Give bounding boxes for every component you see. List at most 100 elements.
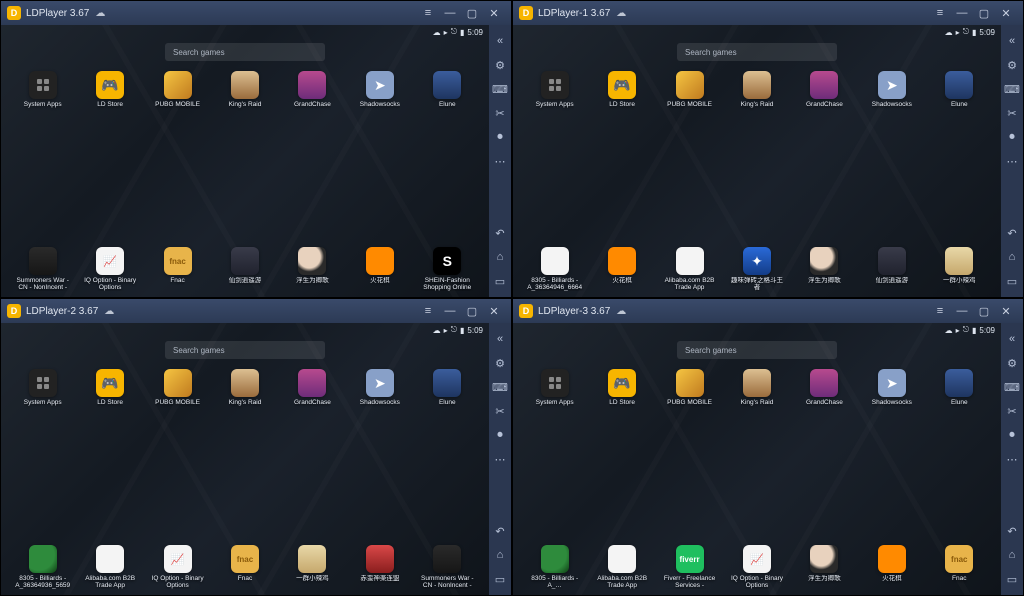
app-icon[interactable]: fiverr xyxy=(676,545,704,573)
app-icon[interactable]: S xyxy=(433,247,461,275)
app-icon[interactable] xyxy=(231,71,259,99)
app-shortcut[interactable]: 仙剑逍遥游 xyxy=(860,247,923,291)
app-icon[interactable] xyxy=(433,369,461,397)
close-icon[interactable]: ✕ xyxy=(995,2,1017,24)
app-icon[interactable]: ➤ xyxy=(366,369,394,397)
app-shortcut[interactable]: SSHEIN-Fashion Shopping Online xyxy=(416,247,479,291)
app-icon[interactable] xyxy=(743,369,771,397)
app-shortcut[interactable]: 8305 - Billiards - A_36364936_5659 xyxy=(11,545,74,589)
app-shortcut[interactable]: System Apps xyxy=(11,369,74,413)
app-shortcut[interactable]: System Apps xyxy=(523,71,586,115)
app-icon[interactable] xyxy=(676,369,704,397)
app-shortcut[interactable]: 8305 - Billiards - A_… xyxy=(523,545,586,589)
app-shortcut[interactable]: ✦趣味弹砖之格斗王者 xyxy=(725,247,788,291)
back-icon[interactable]: ↶ xyxy=(1001,221,1023,245)
app-shortcut[interactable]: 🎮LD Store xyxy=(78,369,141,413)
minimize-icon[interactable]: — xyxy=(951,2,973,24)
app-shortcut[interactable]: King's Raid xyxy=(725,369,788,413)
app-shortcut[interactable]: Elune xyxy=(928,369,991,413)
app-icon[interactable] xyxy=(366,545,394,573)
app-icon[interactable]: ➤ xyxy=(878,369,906,397)
app-icon[interactable] xyxy=(743,71,771,99)
scissors-icon[interactable]: ✂ xyxy=(1001,399,1023,423)
app-shortcut[interactable]: 🎮LD Store xyxy=(590,369,653,413)
record-icon[interactable]: ⏺ xyxy=(489,423,511,447)
app-shortcut[interactable]: Elune xyxy=(928,71,991,115)
app-shortcut[interactable]: System Apps xyxy=(523,369,586,413)
app-shortcut[interactable]: PUBG MOBILE xyxy=(146,71,209,115)
app-shortcut[interactable]: GrandChase xyxy=(793,369,856,413)
more-icon[interactable]: ⋯ xyxy=(1001,149,1023,173)
app-shortcut[interactable]: 8305 - Billiards - A_36364946_6664 xyxy=(523,247,586,291)
minimize-icon[interactable]: — xyxy=(951,300,973,322)
search-input[interactable]: Search games xyxy=(677,43,837,61)
close-icon[interactable]: ✕ xyxy=(995,300,1017,322)
app-shortcut[interactable]: fnacFnac xyxy=(146,247,209,291)
app-shortcut[interactable]: PUBG MOBILE xyxy=(658,369,721,413)
app-icon[interactable]: 🎮 xyxy=(96,71,124,99)
app-shortcut[interactable]: fnacFnac xyxy=(213,545,276,589)
app-icon[interactable] xyxy=(164,369,192,397)
app-icon[interactable] xyxy=(878,247,906,275)
app-shortcut[interactable]: 仙剑逍遥游 xyxy=(213,247,276,291)
app-shortcut[interactable]: King's Raid xyxy=(213,369,276,413)
home-icon[interactable]: ⌂ xyxy=(1001,245,1023,269)
app-shortcut[interactable]: Elune xyxy=(416,71,479,115)
scissors-icon[interactable]: ✂ xyxy=(1001,101,1023,125)
gear-icon[interactable]: ⚙ xyxy=(1001,53,1023,77)
app-shortcut[interactable]: 火花棋 xyxy=(348,247,411,291)
cloud-icon[interactable]: ☁ xyxy=(616,306,626,317)
app-shortcut[interactable]: King's Raid xyxy=(213,71,276,115)
app-icon[interactable] xyxy=(608,247,636,275)
more-icon[interactable]: ⋯ xyxy=(489,149,511,173)
maximize-icon[interactable]: ▢ xyxy=(973,300,995,322)
app-icon[interactable] xyxy=(676,71,704,99)
keyboard-icon[interactable]: ⌨ xyxy=(1001,375,1023,399)
recent-icon[interactable]: ▭ xyxy=(1001,567,1023,591)
app-icon[interactable]: 🎮 xyxy=(96,369,124,397)
gear-icon[interactable]: ⚙ xyxy=(489,53,511,77)
app-icon[interactable] xyxy=(608,545,636,573)
collapse-icon[interactable]: « xyxy=(489,29,511,53)
app-icon[interactable] xyxy=(29,545,57,573)
app-shortcut[interactable]: King's Raid xyxy=(725,71,788,115)
cloud-icon[interactable]: ☁ xyxy=(104,306,114,317)
recent-icon[interactable]: ▭ xyxy=(489,567,511,591)
app-icon[interactable] xyxy=(29,71,57,99)
collapse-icon[interactable]: « xyxy=(489,327,511,351)
app-icon[interactable] xyxy=(366,247,394,275)
app-icon[interactable] xyxy=(164,71,192,99)
recent-icon[interactable]: ▭ xyxy=(1001,269,1023,293)
search-input[interactable]: Search games xyxy=(165,43,325,61)
app-shortcut[interactable]: Summoners War - CN - NonIncent - Android xyxy=(416,545,479,589)
app-shortcut[interactable]: 📈IQ Option - Binary Options xyxy=(78,247,141,291)
app-shortcut[interactable]: 浮生为卿歌 xyxy=(793,545,856,589)
home-icon[interactable]: ⌂ xyxy=(489,543,511,567)
app-shortcut[interactable]: ➤Shadowsocks xyxy=(860,71,923,115)
app-icon[interactable] xyxy=(541,545,569,573)
app-icon[interactable]: 📈 xyxy=(164,545,192,573)
menu-icon[interactable]: ≡ xyxy=(417,300,439,322)
app-icon[interactable] xyxy=(298,247,326,275)
more-icon[interactable]: ⋯ xyxy=(489,447,511,471)
menu-icon[interactable]: ≡ xyxy=(417,2,439,24)
back-icon[interactable]: ↶ xyxy=(489,519,511,543)
app-icon[interactable] xyxy=(541,369,569,397)
app-shortcut[interactable]: 浮生为卿歌 xyxy=(281,247,344,291)
app-icon[interactable] xyxy=(298,71,326,99)
app-icon[interactable] xyxy=(298,369,326,397)
launcher-home[interactable]: ☁▸⎋▮5:09Search gamesSystem Apps🎮LD Store… xyxy=(513,323,1001,595)
gear-icon[interactable]: ⚙ xyxy=(1001,351,1023,375)
app-shortcut[interactable]: Elune xyxy=(416,369,479,413)
menu-icon[interactable]: ≡ xyxy=(929,2,951,24)
app-icon[interactable] xyxy=(541,247,569,275)
app-icon[interactable] xyxy=(945,369,973,397)
search-input[interactable]: Search games xyxy=(165,341,325,359)
collapse-icon[interactable]: « xyxy=(1001,327,1023,351)
recent-icon[interactable]: ▭ xyxy=(489,269,511,293)
cloud-icon[interactable]: ☁ xyxy=(616,8,626,19)
keyboard-icon[interactable]: ⌨ xyxy=(489,77,511,101)
app-shortcut[interactable]: 📈IQ Option - Binary Options xyxy=(725,545,788,589)
app-shortcut[interactable]: Alibaba.com B2B Trade App xyxy=(658,247,721,291)
back-icon[interactable]: ↶ xyxy=(1001,519,1023,543)
